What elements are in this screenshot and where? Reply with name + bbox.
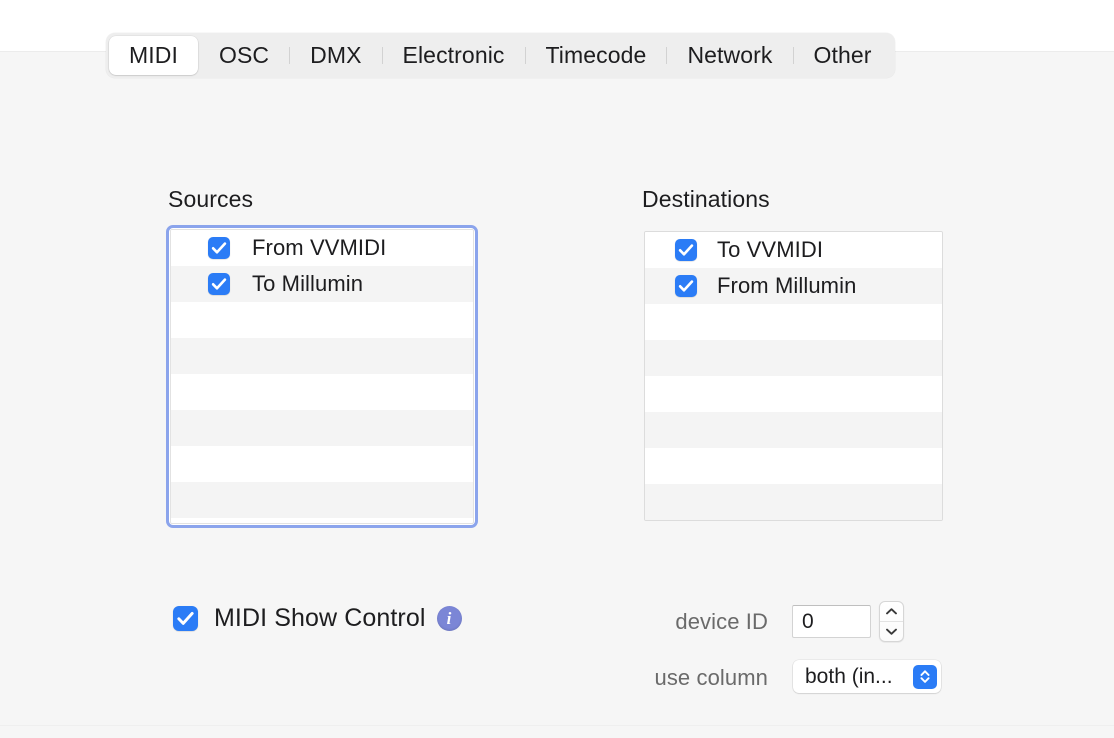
list-item[interactable]: From VVMIDI xyxy=(171,230,473,266)
list-item[interactable] xyxy=(645,340,942,376)
tab-electronic[interactable]: Electronic xyxy=(383,36,525,75)
chevron-up-icon[interactable] xyxy=(880,602,903,622)
use-column-value: both (in... xyxy=(793,665,913,689)
list-item[interactable] xyxy=(645,412,942,448)
list-item[interactable] xyxy=(645,448,942,484)
tab-dmx[interactable]: DMX xyxy=(290,36,381,75)
sources-checkbox-0[interactable] xyxy=(208,237,230,259)
preferences-tab-bar: MIDI OSC DMX Electronic Timecode Network… xyxy=(106,33,895,78)
info-icon-glyph: i xyxy=(447,609,452,629)
tab-other[interactable]: Other xyxy=(794,36,892,75)
midi-show-control-checkbox[interactable] xyxy=(173,606,198,631)
tab-midi-label: MIDI xyxy=(129,42,178,69)
midi-show-control-row: MIDI Show Control i xyxy=(173,604,462,633)
device-id-stepper[interactable] xyxy=(879,601,904,642)
sources-heading: Sources xyxy=(168,186,253,213)
sources-list-rows: From VVMIDI To Millumin xyxy=(170,229,474,524)
tab-osc-label: OSC xyxy=(219,42,269,69)
list-item[interactable] xyxy=(171,302,473,338)
use-column-select[interactable]: both (in... xyxy=(793,660,941,693)
list-item[interactable] xyxy=(171,446,473,482)
midi-show-control-label: MIDI Show Control xyxy=(214,604,426,633)
list-item-label: From VVMIDI xyxy=(252,235,386,261)
list-item[interactable] xyxy=(171,410,473,446)
list-item-label: To Millumin xyxy=(252,271,363,297)
list-item[interactable]: To VVMIDI xyxy=(645,232,942,268)
list-item[interactable] xyxy=(171,338,473,374)
tab-network-label: Network xyxy=(687,42,772,69)
list-item[interactable] xyxy=(171,374,473,410)
info-icon[interactable]: i xyxy=(437,606,462,631)
list-item[interactable]: From Millumin xyxy=(645,268,942,304)
tab-midi[interactable]: MIDI xyxy=(109,36,198,75)
list-item[interactable] xyxy=(171,482,473,518)
list-item[interactable] xyxy=(645,484,942,520)
tab-electronic-label: Electronic xyxy=(403,42,505,69)
use-column-label: use column xyxy=(600,665,768,691)
device-id-label: device ID xyxy=(600,609,768,635)
destinations-heading: Destinations xyxy=(642,186,770,213)
destinations-checkbox-0[interactable] xyxy=(675,239,697,261)
list-item-label: From Millumin xyxy=(717,273,856,299)
tab-timecode[interactable]: Timecode xyxy=(526,36,667,75)
chevron-up-down-icon[interactable] xyxy=(913,665,937,689)
sources-list[interactable]: From VVMIDI To Millumin xyxy=(166,225,478,528)
destinations-list[interactable]: To VVMIDI From Millumin xyxy=(644,231,943,521)
tab-network[interactable]: Network xyxy=(667,36,792,75)
list-item-label: To VVMIDI xyxy=(717,237,823,263)
destinations-checkbox-1[interactable] xyxy=(675,275,697,297)
tab-dmx-label: DMX xyxy=(310,42,361,69)
device-id-input[interactable] xyxy=(792,605,871,638)
tab-timecode-label: Timecode xyxy=(546,42,647,69)
sources-checkbox-1[interactable] xyxy=(208,273,230,295)
list-item[interactable] xyxy=(645,304,942,340)
bottom-edge-divider xyxy=(0,725,1114,726)
list-item[interactable] xyxy=(645,376,942,412)
chevron-down-icon[interactable] xyxy=(880,622,903,641)
tab-osc[interactable]: OSC xyxy=(199,36,289,75)
list-item[interactable]: To Millumin xyxy=(171,266,473,302)
tab-other-label: Other xyxy=(814,42,872,69)
